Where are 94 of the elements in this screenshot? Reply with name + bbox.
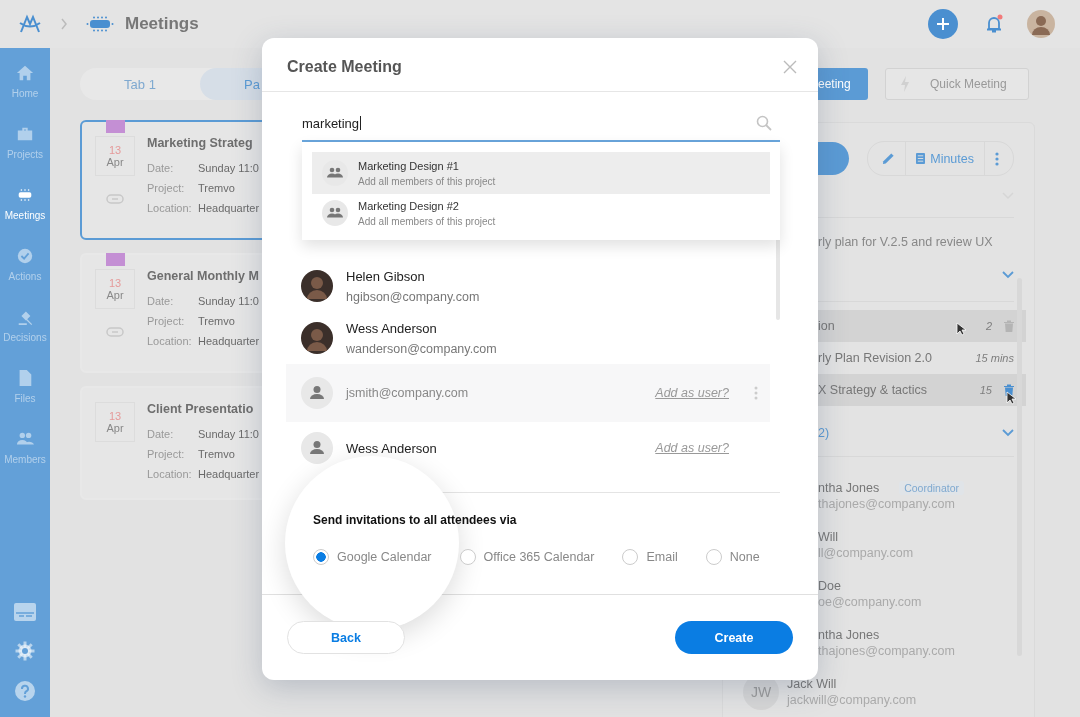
- radio-option[interactable]: Office 365 Calendar: [459, 549, 595, 565]
- home-icon: [16, 64, 34, 82]
- field-label: Location:: [147, 468, 193, 480]
- invite-label: Send invitations to all attendees via: [313, 513, 518, 527]
- field-value: Sunday 11:0: [198, 295, 259, 307]
- suggestion-subtitle: Add all members of this project: [358, 175, 496, 187]
- attendee-name: ntha Jones: [818, 480, 880, 495]
- person-row[interactable]: jsmith@company.com Add as user?: [286, 364, 770, 422]
- plus-icon: [936, 17, 950, 31]
- field-label: Project:: [147, 182, 186, 194]
- description-text: rly plan for V.2.5 and review UX: [818, 235, 994, 249]
- scrollbar[interactable]: [1017, 278, 1022, 656]
- person-icon: [301, 432, 333, 464]
- field-value: Tremvo: [198, 182, 235, 194]
- meeting-title: General Monthly M: [147, 269, 260, 283]
- minutes-button[interactable]: Minutes: [916, 151, 974, 166]
- meeting-title: Client Presentatio: [147, 402, 255, 416]
- chevron-right-icon: [60, 18, 68, 30]
- radio-button[interactable]: [459, 549, 476, 565]
- user-avatar[interactable]: [1027, 10, 1055, 38]
- attendee-email: oe@company.com: [818, 594, 922, 609]
- field-label: Date:: [147, 428, 175, 440]
- close-icon[interactable]: [783, 59, 797, 74]
- sidebar-item[interactable]: Meetings: [0, 186, 50, 247]
- help-icon[interactable]: [15, 681, 35, 701]
- check-circle-icon: [16, 247, 34, 265]
- field-label: Location:: [147, 335, 193, 347]
- field-label: Date:: [147, 295, 175, 307]
- attendee-email: thajones@company.com: [818, 496, 956, 511]
- field-value: Sunday 11:0: [198, 428, 259, 440]
- chevron-down-icon[interactable]: [1002, 429, 1014, 437]
- page-title: Meetings: [125, 14, 199, 34]
- attendee-email: jackwill@company.com: [787, 692, 917, 707]
- agenda-duration: 15: [979, 384, 992, 396]
- briefcase-icon: [16, 125, 34, 143]
- suggestion-title: Marketing Design #2: [358, 199, 460, 212]
- logo-icon[interactable]: [18, 14, 42, 34]
- field-label: Location:: [147, 202, 193, 214]
- tab[interactable]: Tab 1: [80, 68, 200, 100]
- create-button[interactable]: Create: [675, 621, 793, 654]
- person-avatar: [301, 322, 333, 354]
- field-label: Project:: [147, 315, 186, 327]
- agenda-title: X Strategy & tactics: [818, 383, 928, 397]
- meeting-table-icon: [16, 186, 34, 204]
- agenda-title: ion: [818, 319, 835, 333]
- back-button[interactable]: Back: [287, 621, 405, 654]
- radio-button[interactable]: [705, 549, 722, 565]
- chevron-down-icon[interactable]: [1002, 271, 1014, 279]
- person-avatar: [301, 270, 333, 302]
- more-icon[interactable]: [995, 151, 999, 166]
- suggestion-item[interactable]: Marketing Design #1 Add all members of this project: [312, 152, 770, 194]
- field-label: Project:: [147, 448, 186, 460]
- radio-option[interactable]: Google Calendar: [313, 549, 432, 565]
- new-meeting-button[interactable]: eeting: [818, 68, 868, 100]
- field-value: Tremvo: [198, 448, 235, 460]
- date-badge: 13 Apr: [95, 402, 135, 442]
- attendees-heading: 2): [818, 426, 830, 440]
- attendee-name: ntha Jones: [818, 627, 880, 642]
- settings-icon[interactable]: [15, 641, 35, 661]
- attendee-name: Will: [818, 529, 839, 544]
- role-tag: Coordinator: [899, 480, 965, 495]
- attendee-email: ll@company.com: [818, 545, 914, 560]
- more-icon[interactable]: [754, 386, 758, 400]
- date-badge: 13 Apr: [95, 136, 135, 176]
- field-label: Date:: [147, 162, 175, 174]
- search-icon[interactable]: [756, 115, 772, 131]
- link-icon[interactable]: [106, 194, 124, 204]
- add-as-user-link[interactable]: Add as user?: [655, 441, 729, 455]
- suggestion-subtitle: Add all members of this project: [358, 215, 496, 227]
- attendee-email: thajones@company.com: [818, 643, 955, 658]
- radio-option[interactable]: Email: [622, 549, 678, 565]
- group-icon: [322, 200, 348, 226]
- add-button[interactable]: [928, 9, 958, 39]
- quick-meeting-button[interactable]: Quick Meeting: [885, 68, 1029, 100]
- agenda-duration: 2: [985, 320, 992, 332]
- action-button[interactable]: [818, 142, 850, 175]
- meeting-table-icon: [86, 16, 114, 32]
- suggestion-title: Marketing Design #1: [358, 159, 460, 172]
- link-icon[interactable]: [106, 327, 124, 337]
- radio-option[interactable]: None: [705, 549, 760, 565]
- date-badge: 13 Apr: [95, 269, 135, 309]
- card-icon[interactable]: [14, 603, 36, 621]
- meeting-title: Marketing Strateg: [147, 136, 254, 150]
- agenda-duration: 15 mins: [975, 352, 1014, 364]
- agenda-title: rly Plan Revision 2.0: [818, 351, 932, 365]
- field-value: Tremvo: [198, 315, 235, 327]
- dialog-title: Create Meeting: [287, 57, 402, 76]
- person-icon: [301, 377, 333, 409]
- attendee-name: Doe: [818, 578, 841, 593]
- attendee-name: Jack Will: [787, 676, 837, 691]
- edit-icon[interactable]: [882, 152, 896, 165]
- radio-button[interactable]: [622, 549, 639, 565]
- bell-icon[interactable]: [984, 14, 1004, 34]
- document-icon: [916, 153, 926, 164]
